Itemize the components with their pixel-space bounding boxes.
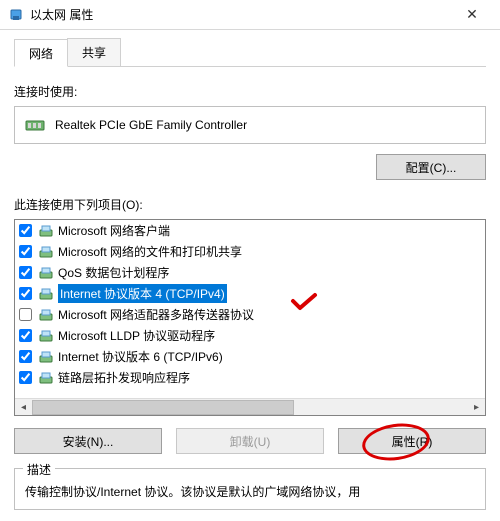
list-item[interactable]: QoS 数据包计划程序 [15, 262, 485, 283]
item-label: QoS 数据包计划程序 [58, 264, 169, 281]
protocol-icon [38, 370, 54, 386]
list-item[interactable]: Microsoft 网络的文件和打印机共享 [15, 241, 485, 262]
item-checkbox[interactable] [19, 308, 32, 321]
protocol-icon [38, 328, 54, 344]
uninstall-button[interactable]: 卸载(U) [176, 428, 324, 454]
item-checkbox[interactable] [19, 245, 32, 258]
components-listbox[interactable]: Microsoft 网络客户端 Microsoft 网络的文件和打印机共享 QoS … [14, 219, 486, 416]
scroll-right-arrow[interactable]: ▸ [468, 399, 485, 416]
item-label: Microsoft LLDP 协议驱动程序 [58, 327, 215, 344]
protocol-icon [38, 265, 54, 281]
item-label: Microsoft 网络适配器多路传送器协议 [58, 306, 254, 323]
properties-button[interactable]: 属性(R) [338, 428, 486, 454]
item-label: Internet 协议版本 6 (TCP/IPv6) [58, 348, 223, 365]
protocol-icon [38, 244, 54, 260]
item-checkbox[interactable] [19, 287, 32, 300]
protocol-icon [38, 349, 54, 365]
titlebar: 以太网 属性 ✕ [0, 0, 500, 30]
button-row: 安装(N)... 卸载(U) 属性(R) [14, 428, 486, 454]
adapter-icon [25, 117, 45, 133]
item-label: Microsoft 网络的文件和打印机共享 [58, 243, 242, 260]
protocol-icon [38, 223, 54, 239]
item-checkbox[interactable] [19, 266, 32, 279]
configure-row: 配置(C)... [14, 154, 486, 180]
scroll-track[interactable] [32, 399, 468, 416]
item-checkbox[interactable] [19, 329, 32, 342]
list-item[interactable]: Internet 协议版本 6 (TCP/IPv6) [15, 346, 485, 367]
tab-sharing[interactable]: 共享 [67, 38, 121, 66]
list-item[interactable]: Internet 协议版本 4 (TCP/IPv4) [15, 283, 485, 304]
window-title: 以太网 属性 [30, 6, 452, 23]
adapter-box: Realtek PCIe GbE Family Controller [14, 106, 486, 144]
tab-network[interactable]: 网络 [14, 39, 68, 67]
adapter-name: Realtek PCIe GbE Family Controller [55, 118, 247, 132]
item-checkbox[interactable] [19, 224, 32, 237]
scroll-left-arrow[interactable]: ◂ [15, 399, 32, 416]
list-item[interactable]: Microsoft LLDP 协议驱动程序 [15, 325, 485, 346]
description-group: 描述 传输控制协议/Internet 协议。该协议是默认的广域网络协议，用 [14, 468, 486, 510]
item-checkbox[interactable] [19, 371, 32, 384]
close-button[interactable]: ✕ [452, 1, 492, 29]
list-item[interactable]: Microsoft 网络适配器多路传送器协议 [15, 304, 485, 325]
item-label: Microsoft 网络客户端 [58, 222, 170, 239]
scroll-thumb[interactable] [32, 400, 294, 415]
description-title: 描述 [23, 461, 55, 478]
protocol-icon [38, 307, 54, 323]
item-label: Internet 协议版本 4 (TCP/IPv4) [58, 284, 227, 303]
ethernet-icon [8, 7, 24, 23]
list-item[interactable]: Microsoft 网络客户端 [15, 220, 485, 241]
horizontal-scrollbar[interactable]: ◂ ▸ [15, 398, 485, 415]
list-item[interactable]: 链路层拓扑发现响应程序 [15, 367, 485, 388]
connect-using-label: 连接时使用: [14, 83, 486, 100]
items-label: 此连接使用下列项目(O): [14, 196, 486, 213]
tab-strip: 网络 共享 [14, 38, 486, 67]
configure-button[interactable]: 配置(C)... [376, 154, 486, 180]
content-area: 网络 共享 连接时使用: Realtek PCIe GbE Family Con… [0, 30, 500, 510]
item-checkbox[interactable] [19, 350, 32, 363]
description-text: 传输控制协议/Internet 协议。该协议是默认的广域网络协议，用 [25, 483, 475, 501]
install-button[interactable]: 安装(N)... [14, 428, 162, 454]
item-label: 链路层拓扑发现响应程序 [58, 369, 190, 386]
protocol-icon [38, 286, 54, 302]
